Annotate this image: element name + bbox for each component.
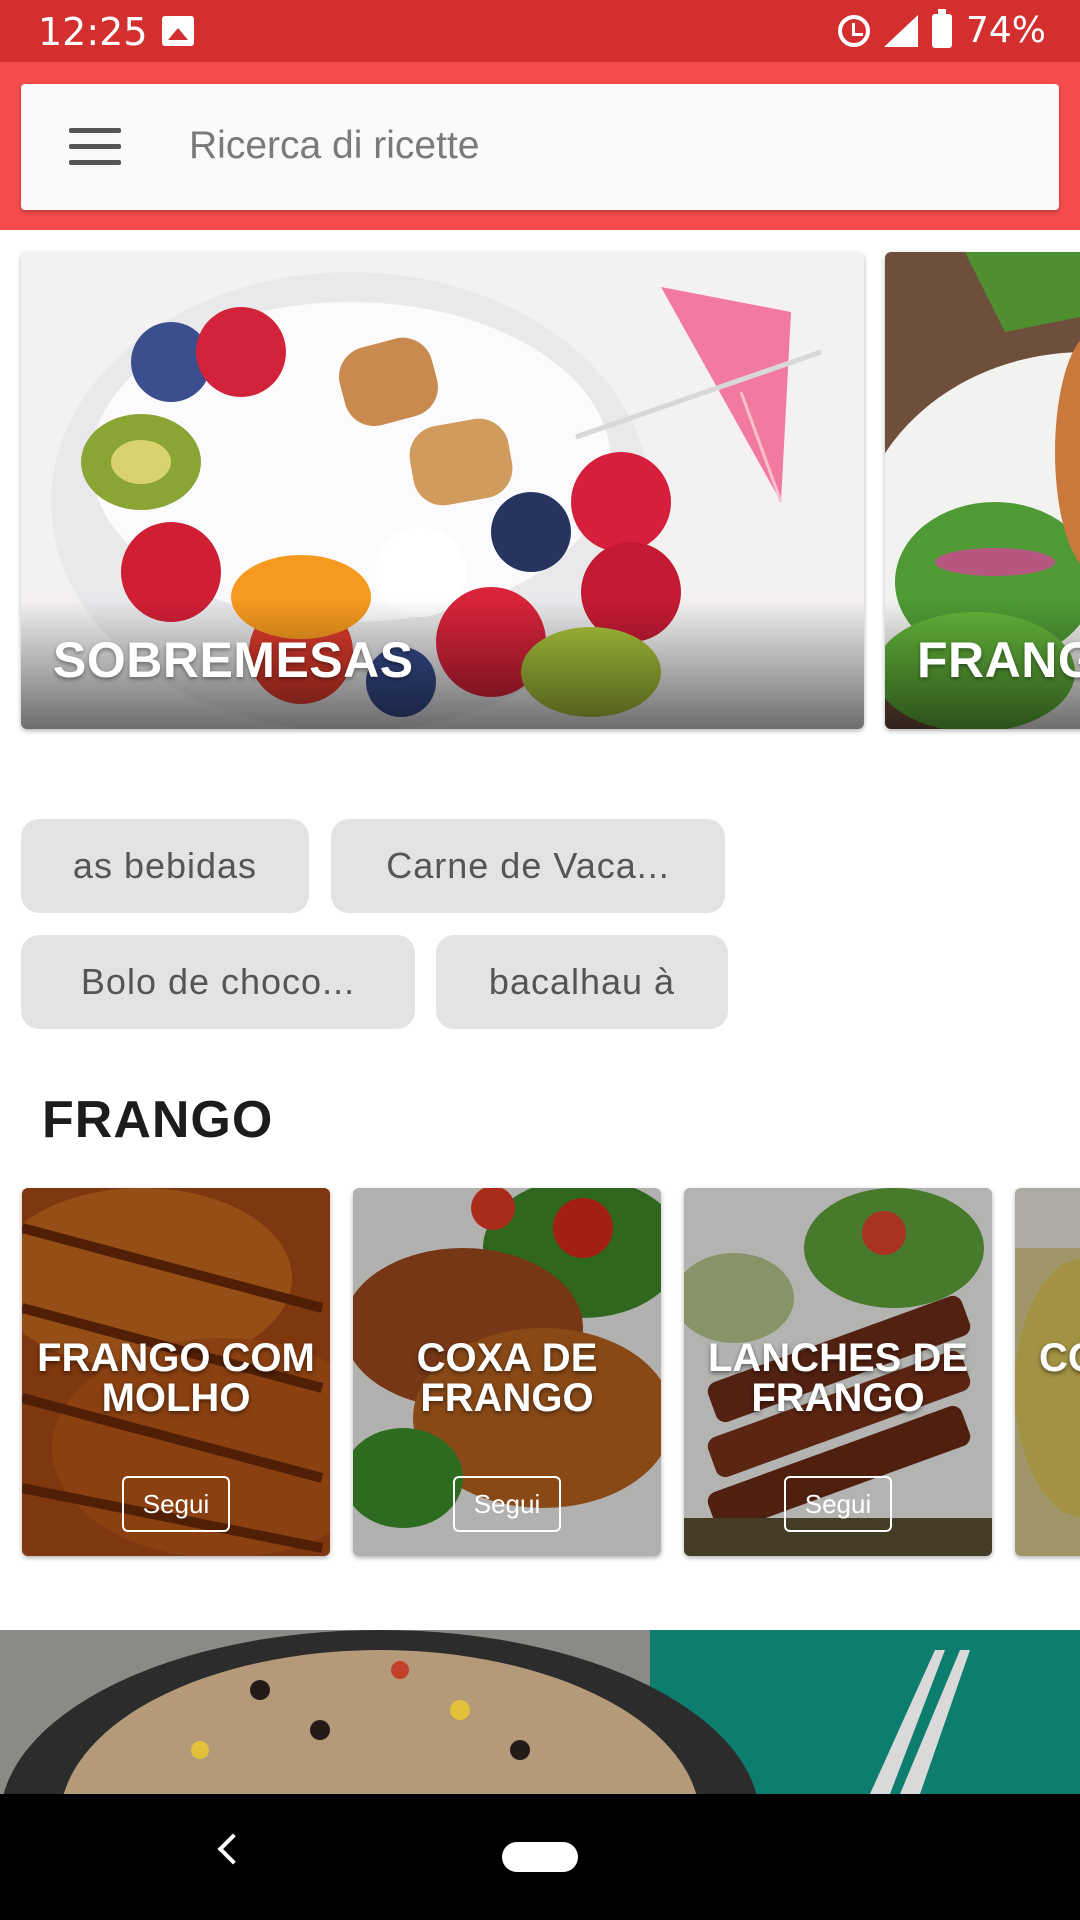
- sub-card-title: FRANGO COM MOLHO: [37, 1336, 315, 1420]
- featured-card-label: SOBREMESAS: [53, 632, 414, 688]
- app-toolbar: Ricerca di ricette: [0, 62, 1080, 230]
- sub-card-partial[interactable]: CO: [1015, 1188, 1080, 1556]
- sub-card-lanches-de-frango[interactable]: LANCHES DE FRANGO Segui: [684, 1188, 992, 1556]
- featured-card-sobremesas[interactable]: SOBREMESAS: [21, 252, 864, 729]
- rice-bowl-image: [0, 1630, 1080, 1794]
- sub-card-frango-com-molho[interactable]: FRANGO COM MOLHO Segui: [22, 1188, 330, 1556]
- battery-icon: [931, 8, 952, 48]
- status-icons: 74%: [837, 8, 1046, 51]
- chip-as-bebidas[interactable]: as bebidas: [21, 819, 309, 913]
- sub-card-title: CO: [1039, 1336, 1080, 1380]
- section-title: FRANGO: [42, 1091, 274, 1149]
- alarm-icon: [837, 14, 870, 47]
- battery-percent: 74%: [965, 10, 1046, 51]
- bottom-banner-image[interactable]: [0, 1630, 1080, 1794]
- chip-carne-de-vaca[interactable]: Carne de Vaca...: [331, 819, 725, 913]
- follow-button[interactable]: Segui: [453, 1476, 561, 1532]
- home-pill-icon[interactable]: [502, 1842, 578, 1872]
- sub-card-coxa-de-frango[interactable]: COXA DE FRANGO Segui: [353, 1188, 661, 1556]
- signal-icon: [883, 14, 918, 47]
- status-bar: 12:25 74%: [0, 0, 1080, 62]
- sub-card-title: LANCHES DE FRANGO: [707, 1336, 969, 1420]
- hamburger-menu-icon[interactable]: [69, 128, 121, 166]
- featured-card-frango[interactable]: FRANGO: [885, 252, 1080, 729]
- sub-card-title: COXA DE FRANGO: [416, 1336, 598, 1420]
- featured-card-label: FRANGO: [917, 632, 1080, 688]
- search-input[interactable]: Ricerca di ricette: [189, 124, 479, 168]
- system-nav-bar: [0, 1794, 1080, 1920]
- status-time: 12:25: [38, 10, 148, 54]
- gallery-notification-icon: [162, 16, 194, 46]
- back-icon[interactable]: [217, 1833, 249, 1865]
- chip-bacalhau[interactable]: bacalhau à: [436, 935, 728, 1029]
- chip-bolo-de-chocolate[interactable]: Bolo de choco...: [21, 935, 415, 1029]
- follow-button[interactable]: Segui: [122, 1476, 230, 1532]
- follow-button[interactable]: Segui: [784, 1476, 892, 1532]
- search-bar[interactable]: Ricerca di ricette: [21, 84, 1059, 210]
